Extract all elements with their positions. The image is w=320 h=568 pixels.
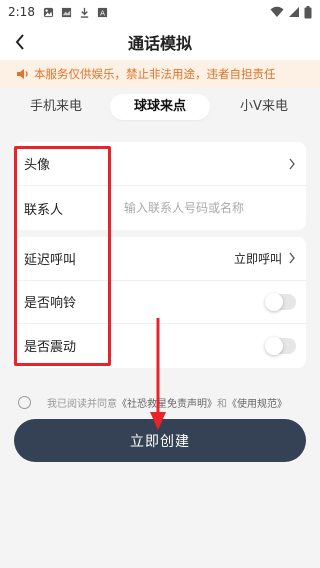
delay-call-row[interactable]: 延迟呼叫 立即呼叫 xyxy=(14,237,306,281)
tab-qiuqiu-call[interactable]: 球球来点 xyxy=(110,94,210,120)
back-button[interactable] xyxy=(10,32,30,52)
agreement-row: 我已阅读并同意 《社恐救星免责声明》 和 《使用规范》 xyxy=(18,393,308,411)
status-bar: 2:18 A xyxy=(0,0,320,24)
chevron-right-icon xyxy=(289,252,295,264)
toggle-knob xyxy=(265,292,283,311)
contact-input[interactable] xyxy=(124,201,296,215)
chevron-right-icon xyxy=(289,158,295,169)
ring-label: 是否响铃 xyxy=(24,296,77,312)
status-time: 2:18 xyxy=(8,5,35,19)
call-options-group: 延迟呼叫 立即呼叫 是否响铃 是否震动 xyxy=(14,237,306,368)
chevron-left-icon xyxy=(15,34,24,50)
status-right-icons xyxy=(270,5,312,19)
tab-phone-call[interactable]: 手机来电 xyxy=(6,94,106,120)
toggle-knob xyxy=(265,336,283,355)
tab-xiaov-call[interactable]: 小V来电 xyxy=(214,94,314,120)
delay-call-value: 立即呼叫 xyxy=(233,251,282,266)
bottom-bar xyxy=(0,540,320,568)
notice-text: 本服务仅供娱乐，禁止非法用途，违者自担责任 xyxy=(34,67,276,81)
ring-toggle[interactable] xyxy=(265,292,296,311)
disclaimer-notice: 本服务仅供娱乐，禁止非法用途，违者自担责任 xyxy=(0,60,320,88)
contact-row: 联系人 xyxy=(14,186,306,230)
tab-bar: 手机来电 球球来点 小V来电 xyxy=(0,92,320,122)
vibrate-toggle[interactable] xyxy=(265,336,296,355)
image-icon xyxy=(61,7,72,17)
contact-settings-group: 头像 联系人 xyxy=(14,142,306,230)
agreement-prefix: 我已阅读并同意 xyxy=(47,398,117,410)
battery-icon xyxy=(304,5,312,18)
disclaimer-link[interactable]: 《社恐救星免责声明》 xyxy=(117,395,217,410)
avatar-row[interactable]: 头像 xyxy=(14,142,306,186)
agreement-radio[interactable] xyxy=(18,395,31,409)
wifi-icon xyxy=(270,6,284,17)
vibrate-label: 是否震动 xyxy=(24,340,77,356)
agreement-and: 和 xyxy=(217,398,227,410)
header: 通话模拟 xyxy=(0,24,320,60)
contact-label: 联系人 xyxy=(24,202,64,218)
rules-link[interactable]: 《使用规范》 xyxy=(227,395,287,410)
svg-text:A: A xyxy=(100,8,105,17)
gallery-icon xyxy=(43,7,54,17)
page-title: 通话模拟 xyxy=(127,34,192,53)
create-button[interactable]: 立即创建 xyxy=(14,419,306,462)
vibrate-row: 是否震动 xyxy=(14,324,306,368)
ring-row: 是否响铃 xyxy=(14,281,306,325)
avatar-label: 头像 xyxy=(24,158,51,173)
speaker-icon xyxy=(17,69,28,79)
signal-icon xyxy=(289,7,299,17)
a-icon: A xyxy=(97,7,108,17)
download-icon xyxy=(80,7,89,18)
delay-call-label: 延迟呼叫 xyxy=(24,252,77,268)
